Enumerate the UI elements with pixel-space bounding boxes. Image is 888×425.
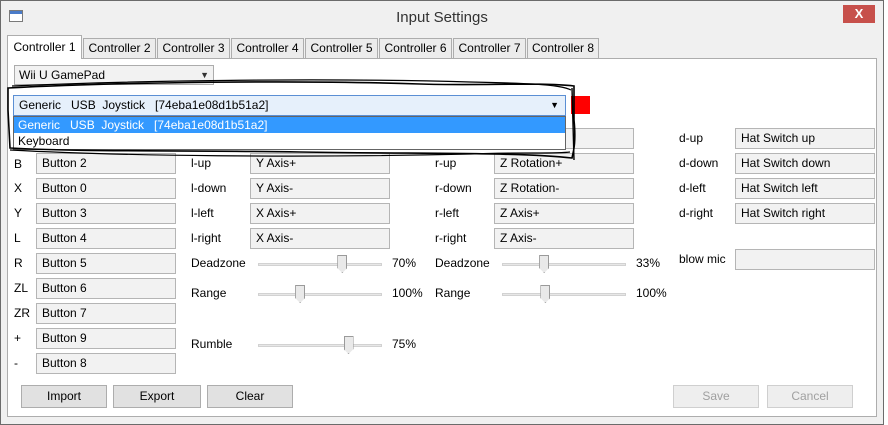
button-field-x[interactable]: Button 0 bbox=[36, 178, 176, 199]
button-field-plus[interactable]: Button 9 bbox=[36, 328, 176, 349]
clear-button[interactable]: Clear bbox=[207, 385, 293, 408]
cancel-button[interactable]: Cancel bbox=[767, 385, 853, 408]
tab-controller-8[interactable]: Controller 8 bbox=[527, 38, 599, 58]
r-down-label: r-down bbox=[435, 181, 472, 195]
slider-track bbox=[502, 263, 626, 266]
button-label-l: L bbox=[14, 231, 21, 245]
button-label-zl: ZL bbox=[14, 281, 29, 295]
l-down-field[interactable]: Y Axis- bbox=[250, 178, 390, 199]
button-field-zl[interactable]: Button 6 bbox=[36, 278, 176, 299]
slider-track bbox=[258, 293, 382, 296]
button-field-b[interactable]: Button 2 bbox=[36, 153, 176, 174]
blow-mic-field[interactable] bbox=[735, 249, 875, 270]
api-device-dropdown-list: Generic USB Joystick [74eba1e08d1b51a2] … bbox=[13, 116, 566, 150]
slider-thumb[interactable] bbox=[295, 285, 306, 303]
left-range-slider[interactable] bbox=[258, 284, 382, 304]
left-deadzone-value: 70% bbox=[392, 256, 417, 270]
slider-thumb[interactable] bbox=[343, 336, 354, 354]
slider-thumb[interactable] bbox=[539, 255, 550, 273]
rumble-label: Rumble bbox=[191, 337, 233, 351]
button-field-l[interactable]: Button 4 bbox=[36, 228, 176, 249]
r-up-field[interactable]: Z Rotation+ bbox=[494, 153, 634, 174]
button-label-b: B bbox=[14, 157, 23, 171]
api-device-value: Generic USB Joystick [74eba1e08d1b51a2] bbox=[19, 98, 269, 112]
tab-controller-5[interactable]: Controller 5 bbox=[305, 38, 378, 58]
r-right-label: r-right bbox=[435, 231, 467, 245]
d-up-field[interactable]: Hat Switch up bbox=[735, 128, 875, 149]
button-field-r[interactable]: Button 5 bbox=[36, 253, 176, 274]
right-range-value: 100% bbox=[636, 286, 667, 300]
button-label-plus: + bbox=[14, 331, 22, 345]
tab-controller-3[interactable]: Controller 3 bbox=[157, 38, 230, 58]
d-right-field[interactable]: Hat Switch right bbox=[735, 203, 875, 224]
button-label-x: X bbox=[14, 181, 23, 195]
d-down-field[interactable]: Hat Switch down bbox=[735, 153, 875, 174]
button-field-zr[interactable]: Button 7 bbox=[36, 303, 176, 324]
r-right-field[interactable]: Z Axis- bbox=[494, 228, 634, 249]
l-left-label: l-left bbox=[191, 206, 214, 220]
import-button[interactable]: Import bbox=[21, 385, 107, 408]
rumble-value: 75% bbox=[392, 337, 417, 351]
r-left-field[interactable]: Z Axis+ bbox=[494, 203, 634, 224]
chevron-down-icon: ▼ bbox=[200, 70, 209, 80]
d-left-label: d-left bbox=[679, 181, 706, 195]
api-option-generic-joystick[interactable]: Generic USB Joystick [74eba1e08d1b51a2] bbox=[14, 117, 565, 133]
api-option-keyboard[interactable]: Keyboard bbox=[14, 133, 565, 149]
right-range-label: Range bbox=[435, 286, 471, 300]
r-left-label: r-left bbox=[435, 206, 459, 220]
controller-type-value: Wii U GamePad bbox=[19, 68, 106, 82]
l-up-label: l-up bbox=[191, 156, 212, 170]
tab-controller-4[interactable]: Controller 4 bbox=[231, 38, 304, 58]
tab-controller-2[interactable]: Controller 2 bbox=[83, 38, 156, 58]
r-down-field[interactable]: Z Rotation- bbox=[494, 178, 634, 199]
r-up-label: r-up bbox=[435, 156, 457, 170]
l-right-field[interactable]: X Axis- bbox=[250, 228, 390, 249]
export-button[interactable]: Export bbox=[113, 385, 201, 408]
close-button[interactable]: X bbox=[843, 5, 875, 23]
slider-thumb[interactable] bbox=[337, 255, 348, 273]
left-deadzone-label: Deadzone bbox=[191, 256, 246, 270]
button-label-zr: ZR bbox=[14, 306, 30, 320]
right-deadzone-value: 33% bbox=[636, 256, 661, 270]
slider-thumb[interactable] bbox=[540, 285, 551, 303]
d-down-label: d-down bbox=[679, 156, 719, 170]
l-right-label: l-right bbox=[191, 231, 222, 245]
rumble-slider[interactable] bbox=[258, 335, 382, 355]
title-bar: Input Settings X bbox=[1, 1, 883, 33]
right-range-slider[interactable] bbox=[502, 284, 626, 304]
window-title: Input Settings bbox=[396, 9, 488, 26]
button-label-r: R bbox=[14, 256, 23, 270]
slider-track bbox=[258, 344, 382, 347]
slider-track bbox=[258, 263, 382, 266]
left-deadzone-slider[interactable] bbox=[258, 254, 382, 274]
tab-controller-7[interactable]: Controller 7 bbox=[453, 38, 526, 58]
button-label-minus: - bbox=[14, 356, 18, 370]
input-settings-window: Input Settings X Controller 1 Controller… bbox=[0, 0, 884, 425]
d-up-label: d-up bbox=[679, 131, 704, 145]
blow-mic-label: blow mic bbox=[679, 252, 726, 266]
l-left-field[interactable]: X Axis+ bbox=[250, 203, 390, 224]
red-marker bbox=[571, 96, 590, 114]
right-deadzone-label: Deadzone bbox=[435, 256, 490, 270]
controller-type-select[interactable]: Wii U GamePad ▼ bbox=[14, 65, 214, 85]
left-range-value: 100% bbox=[392, 286, 423, 300]
tab-controller-1[interactable]: Controller 1 bbox=[7, 35, 82, 59]
tab-controller-6[interactable]: Controller 6 bbox=[379, 38, 452, 58]
l-up-field[interactable]: Y Axis+ bbox=[250, 153, 390, 174]
button-label-y: Y bbox=[14, 206, 23, 220]
chevron-down-icon: ▼ bbox=[550, 100, 559, 110]
d-left-field[interactable]: Hat Switch left bbox=[735, 178, 875, 199]
save-button[interactable]: Save bbox=[673, 385, 759, 408]
button-field-y[interactable]: Button 3 bbox=[36, 203, 176, 224]
l-down-label: l-down bbox=[191, 181, 227, 195]
left-range-label: Range bbox=[191, 286, 227, 300]
right-deadzone-slider[interactable] bbox=[502, 254, 626, 274]
slider-track bbox=[502, 293, 626, 296]
d-right-label: d-right bbox=[679, 206, 714, 220]
api-device-select[interactable]: Generic USB Joystick [74eba1e08d1b51a2] … bbox=[13, 95, 566, 116]
button-field-minus[interactable]: Button 8 bbox=[36, 353, 176, 374]
